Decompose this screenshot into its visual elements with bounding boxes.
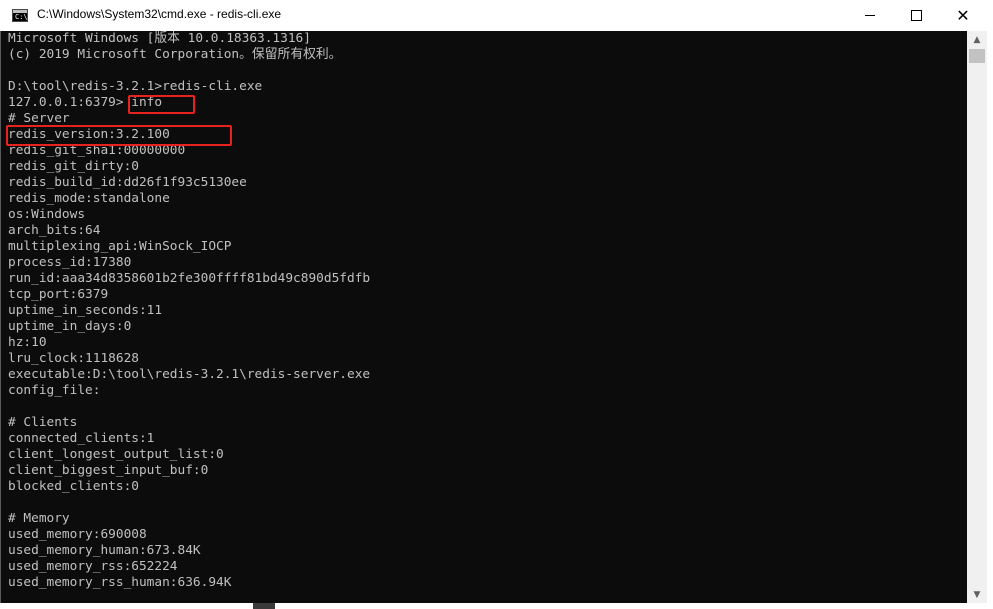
console-line: tcp_port:6379 xyxy=(8,287,109,302)
title-bar[interactable]: C:\ C:\Windows\System32\cmd.exe - redis-… xyxy=(0,0,993,31)
window-bottom-border xyxy=(0,603,993,609)
console-line: client_longest_output_list:0 xyxy=(8,447,224,462)
window-title: C:\Windows\System32\cmd.exe - redis-cli.… xyxy=(37,7,282,21)
window-right-border xyxy=(987,31,993,609)
console-line: redis_mode:standalone xyxy=(8,191,170,206)
console-line: arch_bits:64 xyxy=(8,223,101,238)
console-line: process_id:17380 xyxy=(8,255,132,270)
cmd-window: C:\ C:\Windows\System32\cmd.exe - redis-… xyxy=(0,0,993,609)
console-line: # Clients xyxy=(8,415,78,430)
scroll-down-icon[interactable]: ▼ xyxy=(967,586,987,603)
close-icon: ✕ xyxy=(956,6,970,25)
cmd-icon[interactable]: C:\ xyxy=(12,9,28,22)
console-line: blocked_clients:0 xyxy=(8,479,139,494)
console-line: uptime_in_seconds:11 xyxy=(8,303,163,318)
console-line: used_memory_human:673.84K xyxy=(8,543,201,558)
console-line: client_biggest_input_buf:0 xyxy=(8,463,209,478)
console-line: redis_build_id:dd26f1f93c5130ee xyxy=(8,175,247,190)
console-line: connected_clients:1 xyxy=(8,431,155,446)
taskbar-fragment xyxy=(253,603,275,609)
minimize-icon xyxy=(865,15,875,16)
console-line: config_file: xyxy=(8,383,101,398)
scroll-up-icon[interactable]: ▲ xyxy=(967,31,987,48)
minimize-button[interactable] xyxy=(847,0,893,31)
console-line: used_memory:690008 xyxy=(8,527,147,542)
console-line: used_memory_rss:652224 xyxy=(8,559,178,574)
scroll-thumb[interactable] xyxy=(969,49,985,63)
console-line: run_id:aaa34d8358601b2fe300ffff81bd49c89… xyxy=(8,271,371,286)
console-line: # Memory xyxy=(8,511,70,526)
console-line: executable:D:\tool\redis-3.2.1\redis-ser… xyxy=(8,367,371,382)
maximize-button[interactable] xyxy=(893,0,939,31)
console-line: os:Windows xyxy=(8,207,86,222)
console-line: multiplexing_api:WinSock_IOCP xyxy=(8,239,232,254)
command-highlight xyxy=(128,95,195,114)
cmd-icon-glyph: C:\ xyxy=(15,13,28,21)
maximize-icon xyxy=(910,10,922,21)
console-line: (c) 2019 Microsoft Corporation。保留所有权利。 xyxy=(8,47,342,62)
vertical-scrollbar[interactable]: ▲ ▼ xyxy=(967,31,987,603)
console-lines: Microsoft Windows [版本 10.0.18363.1316] (c… xyxy=(8,31,370,591)
console-line: Microsoft Windows [版本 10.0.18363.1316] xyxy=(8,31,311,46)
console-line: used_memory_rss_human:636.94K xyxy=(8,575,232,590)
version-highlight xyxy=(6,125,232,146)
console-line: hz:10 xyxy=(8,335,47,350)
console-output[interactable]: Microsoft Windows [版本 10.0.18363.1316] (c… xyxy=(1,31,967,603)
console-line: redis_git_dirty:0 xyxy=(8,159,139,174)
console-line: lru_clock:1118628 xyxy=(8,351,139,366)
console-line: uptime_in_days:0 xyxy=(8,319,132,334)
console-line: D:\tool\redis-3.2.1>redis-cli.exe xyxy=(8,79,263,94)
close-button[interactable]: ✕ xyxy=(939,0,987,31)
